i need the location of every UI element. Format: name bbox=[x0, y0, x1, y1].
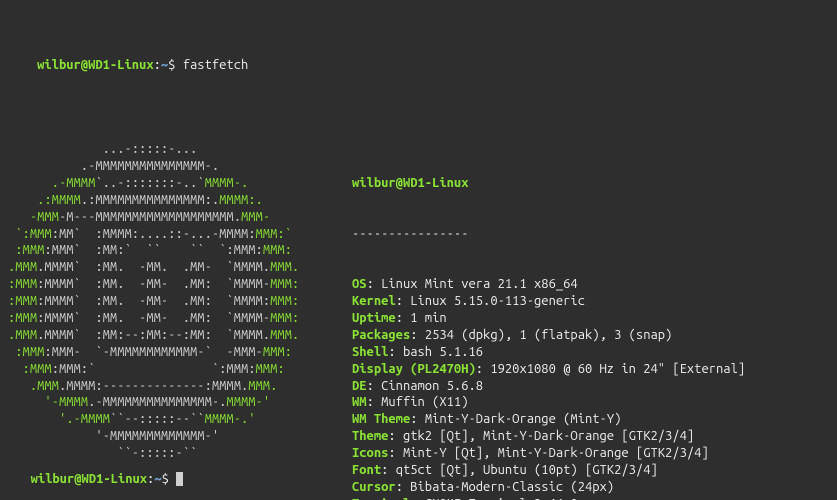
prompt-line-bottom[interactable]: wilbur@WD1-Linux:~$ bbox=[8, 448, 191, 494]
prompt-line: wilbur@WD1-Linux:~$ fastfetch bbox=[8, 40, 829, 91]
ascii-logo-line: .MMM.MMMM:--------------:MMMM.MMM. bbox=[8, 378, 348, 395]
info-value: Muffin (X11) bbox=[381, 395, 468, 409]
info-key: Cursor bbox=[352, 480, 396, 494]
info-value: Linux 5.15.0-113-generic bbox=[410, 294, 585, 308]
ascii-logo-line: -MMM-M---MMMMMMMMMMMMMMMMMMM.MMM- bbox=[8, 209, 348, 226]
info-line: Cursor: Bibata-Modern-Classic (24px) bbox=[352, 479, 829, 496]
info-value: bash 5.1.16 bbox=[403, 345, 483, 359]
info-line: Theme: gtk2 [Qt], Mint-Y-Dark-Orange [GT… bbox=[352, 428, 829, 445]
ascii-logo-line: '-MMMM.-MMMMMMMMMMMMMMM-.MMMM-' bbox=[8, 394, 348, 411]
info-header-separator: ---------------- bbox=[352, 227, 468, 241]
info-key: WM Theme bbox=[352, 412, 410, 426]
info-key: Kernel bbox=[352, 294, 396, 308]
info-line: Font: qt5ct [Qt], Ubuntu (10pt) [GTK2/3/… bbox=[352, 462, 829, 479]
info-value: Mint-Y [Qt], Mint-Y-Dark-Orange [GTK2/3/… bbox=[403, 446, 709, 460]
info-value: Mint-Y-Dark-Orange (Mint-Y) bbox=[425, 412, 622, 426]
info-key: WM bbox=[352, 395, 367, 409]
info-key: Theme bbox=[352, 429, 388, 443]
info-line: Kernel: Linux 5.15.0-113-generic bbox=[352, 293, 829, 310]
info-key: Packages bbox=[352, 328, 410, 342]
prompt-dollar: $ bbox=[168, 58, 175, 72]
cursor[interactable] bbox=[176, 472, 183, 486]
info-line: Shell: bash 5.1.16 bbox=[352, 344, 829, 361]
ascii-logo-line: :MMM:MMMM` :MM. -MM- .MM: `MMMM-MMM: bbox=[8, 310, 348, 327]
ascii-logo-line: ...-:::::-... bbox=[8, 141, 348, 158]
prompt-userhost-bottom: wilbur@WD1-Linux bbox=[31, 472, 147, 486]
ascii-logo-line: .MMM.MMMM` :MM. -MM. .MM- `MMMM.MMM. bbox=[8, 259, 348, 276]
system-info-block: wilbur@WD1-Linux ---------------- OS: Li… bbox=[348, 141, 829, 500]
info-line: OS: Linux Mint vera 21.1 x86_64 bbox=[352, 276, 829, 293]
info-line: Display (PL2470H): 1920x1080 @ 60 Hz in … bbox=[352, 361, 829, 378]
info-line: Packages: 2534 (dpkg), 1 (flatpak), 3 (s… bbox=[352, 327, 829, 344]
ascii-logo-line: .MMM.MMMM` :MM:--:MM:--:MM: `MMMM.MMM. bbox=[8, 327, 348, 344]
ascii-logo-line: :MMM:MMMM` :MM. -MM- .MM: `MMMM-MMM: bbox=[8, 276, 348, 293]
ascii-logo-line: .-MMMMMMMMMMMMMMM-. bbox=[8, 158, 348, 175]
ascii-logo-line: `:MMM:MM` :MMMM:....::-...-MMMM:MMM:` bbox=[8, 226, 348, 243]
info-line: Terminal: GNOME Terminal 3.44.0 bbox=[352, 496, 829, 500]
info-key: Icons bbox=[352, 446, 388, 460]
ascii-logo-line: :MMM:MMM` :MM:` `` `` `:MMM:MMM: bbox=[8, 242, 348, 259]
info-key: Uptime bbox=[352, 311, 396, 325]
ascii-logo-line: :MMM:MMMM` :MM. -MM- .MM: `MMMM:MMM: bbox=[8, 293, 348, 310]
info-value: 2534 (dpkg), 1 (flatpak), 3 (snap) bbox=[425, 328, 673, 342]
info-value: gtk2 [Qt], Mint-Y-Dark-Orange [GTK2/3/4] bbox=[403, 429, 694, 443]
info-value: Cinnamon 5.6.8 bbox=[381, 379, 483, 393]
info-key: Display (PL2470H) bbox=[352, 362, 476, 376]
info-line: DE: Cinnamon 5.6.8 bbox=[352, 378, 829, 395]
info-key: DE bbox=[352, 379, 367, 393]
ascii-logo-line: :MMM:MMM- `-MMMMMMMMMMMM-` -MMM-MMM: bbox=[8, 344, 348, 361]
info-value: 1920x1080 @ 60 Hz in 24" [External] bbox=[490, 362, 745, 376]
ascii-logo-line: :MMM:MMM:` `:MMM:MMM: bbox=[8, 361, 348, 378]
info-value: qt5ct [Qt], Ubuntu (10pt) [GTK2/3/4] bbox=[396, 463, 658, 477]
prompt-command: fastfetch bbox=[183, 58, 249, 72]
info-line: WM Theme: Mint-Y-Dark-Orange (Mint-Y) bbox=[352, 411, 829, 428]
ascii-logo-line: .-MMMM`..-:::::::-..`MMMM-. bbox=[8, 175, 348, 192]
ascii-logo: ...-:::::-... .-MMMMMMMMMMMMMMM-. .-MMMM… bbox=[8, 141, 348, 462]
info-header-userhost: wilbur@WD1-Linux bbox=[352, 176, 468, 190]
info-value: Bibata-Modern-Classic (24px) bbox=[410, 480, 614, 494]
prompt-colon: : bbox=[154, 58, 161, 72]
prompt-userhost: wilbur@WD1-Linux bbox=[37, 58, 153, 72]
info-line: WM: Muffin (X11) bbox=[352, 394, 829, 411]
info-value: 1 min bbox=[410, 311, 446, 325]
info-key: Font bbox=[352, 463, 381, 477]
info-value: Linux Mint vera 21.1 x86_64 bbox=[381, 277, 578, 291]
ascii-logo-line: '-MMMMMMMMMMMMM-' bbox=[8, 428, 348, 445]
info-line: Uptime: 1 min bbox=[352, 310, 829, 327]
info-key: OS bbox=[352, 277, 367, 291]
ascii-logo-line: .:MMMM.:MMMMMMMMMMMMMMM:.MMMM:. bbox=[8, 192, 348, 209]
info-line: Icons: Mint-Y [Qt], Mint-Y-Dark-Orange [… bbox=[352, 445, 829, 462]
ascii-logo-line: '.-MMMM``--:::::--``MMMM-.' bbox=[8, 411, 348, 428]
info-key: Shell bbox=[352, 345, 388, 359]
